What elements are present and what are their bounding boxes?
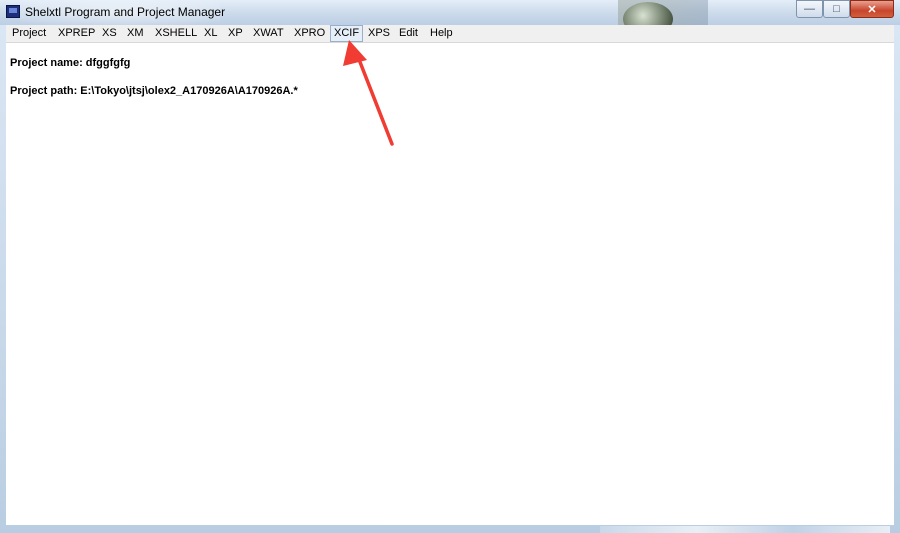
annotation-arrow-head xyxy=(343,40,367,66)
annotation-arrow-shaft xyxy=(358,60,394,146)
application-window: Shelxtl Program and Project Manager — □ … xyxy=(0,0,900,533)
annotation-arrow xyxy=(343,40,394,146)
